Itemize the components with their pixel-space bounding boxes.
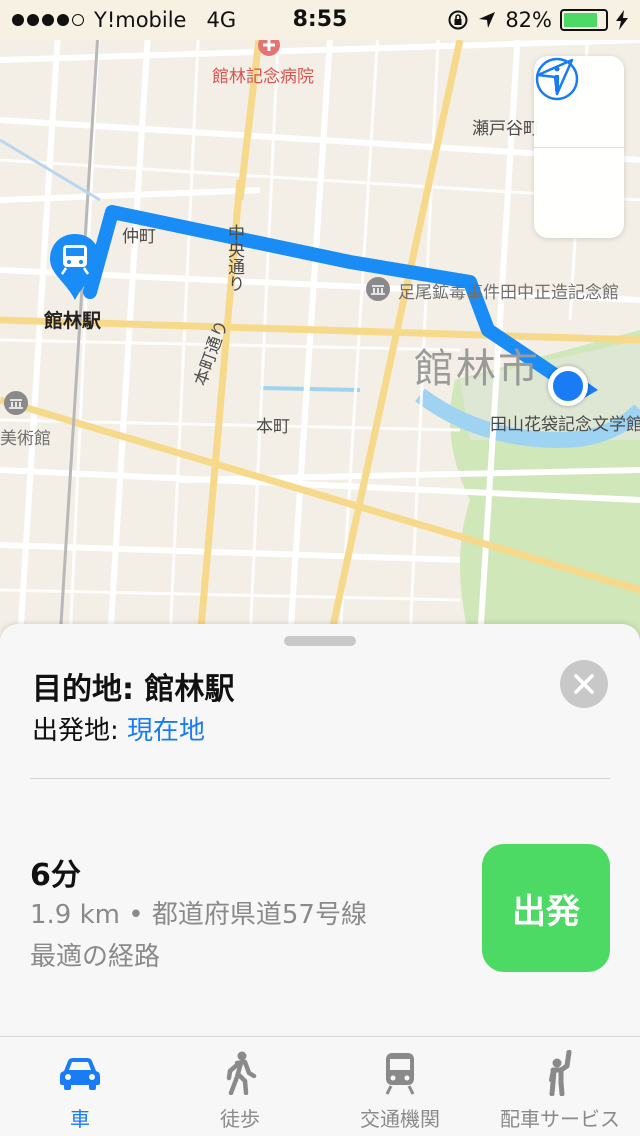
map-label-nakamachi: 仲町 — [122, 227, 156, 247]
map-controls — [534, 56, 624, 238]
close-button[interactable] — [560, 660, 608, 708]
battery-percent: 82% — [505, 8, 552, 32]
charging-icon — [616, 10, 628, 30]
destination-title: 目的地: 館林駅 — [32, 672, 235, 707]
car-icon — [60, 1058, 100, 1090]
map-label-bungakukan[interactable]: 田山花袋記念文学館 — [490, 410, 640, 435]
map-label-bijutsukan[interactable]: 美術館 — [0, 424, 51, 449]
map-label-setoya: 瀬戸谷町 — [472, 119, 540, 139]
map-label-museum[interactable]: 足尾鉱毒事件田中正造記念館 — [398, 278, 619, 303]
origin-prefix: 出発地: — [32, 716, 128, 746]
location-arrow-icon — [536, 58, 574, 96]
map-label-station[interactable]: 館林駅 — [44, 306, 101, 333]
transport-tab-bar: 車 徒歩 交通機関 配車サービス — [0, 1036, 640, 1136]
divider — [30, 778, 610, 779]
origin-link[interactable]: 現在地 — [127, 716, 205, 746]
battery-icon — [560, 9, 608, 31]
route-duration: 6分 — [30, 858, 81, 893]
origin-row: 出発地: 現在地 — [32, 710, 205, 747]
route-detail: 1.9 km • 都道府県道57号線 — [30, 900, 367, 930]
map-view[interactable]: 館林記念病院 瀬戸谷町 仲町 中央通り 足尾鉱毒事件田中正造記念館 館林市 田山… — [0, 0, 640, 640]
close-icon — [574, 674, 594, 694]
card-grabber[interactable] — [284, 636, 356, 646]
lock-rotation-icon — [448, 10, 468, 30]
map-label-city: 館林市 — [414, 346, 540, 392]
ride-hail-icon — [549, 1050, 572, 1096]
tab-car[interactable]: 車 — [0, 1037, 160, 1136]
tab-walking-label: 徒歩 — [220, 1107, 260, 1131]
current-location-dot[interactable] — [548, 366, 588, 406]
train-icon — [385, 1053, 415, 1095]
walking-icon — [226, 1051, 257, 1095]
tab-car-label: 車 — [70, 1107, 90, 1131]
tab-walking[interactable]: 徒歩 — [160, 1037, 320, 1136]
tab-transit-label: 交通機関 — [360, 1107, 440, 1131]
track-location-button[interactable] — [534, 58, 624, 238]
go-button[interactable]: 出発 — [482, 844, 610, 972]
tab-ride-hail[interactable]: 配車サービス — [480, 1037, 640, 1136]
map-label-honmachi: 本町 — [256, 417, 290, 437]
map-label-hospital[interactable]: 館林記念病院 — [212, 62, 314, 87]
location-arrow-icon — [479, 12, 496, 28]
status-bar: Y!mobile 4G 8:55 82% — [0, 0, 640, 40]
station-pin-icon[interactable] — [48, 232, 102, 302]
route-note: 最適の経路 — [30, 942, 161, 972]
tab-ride-hail-label: 配車サービス — [500, 1107, 620, 1131]
tab-transit[interactable]: 交通機関 — [320, 1037, 480, 1136]
battery-fill — [564, 13, 597, 27]
map-label-chuo-dori: 中央通り — [224, 224, 244, 292]
